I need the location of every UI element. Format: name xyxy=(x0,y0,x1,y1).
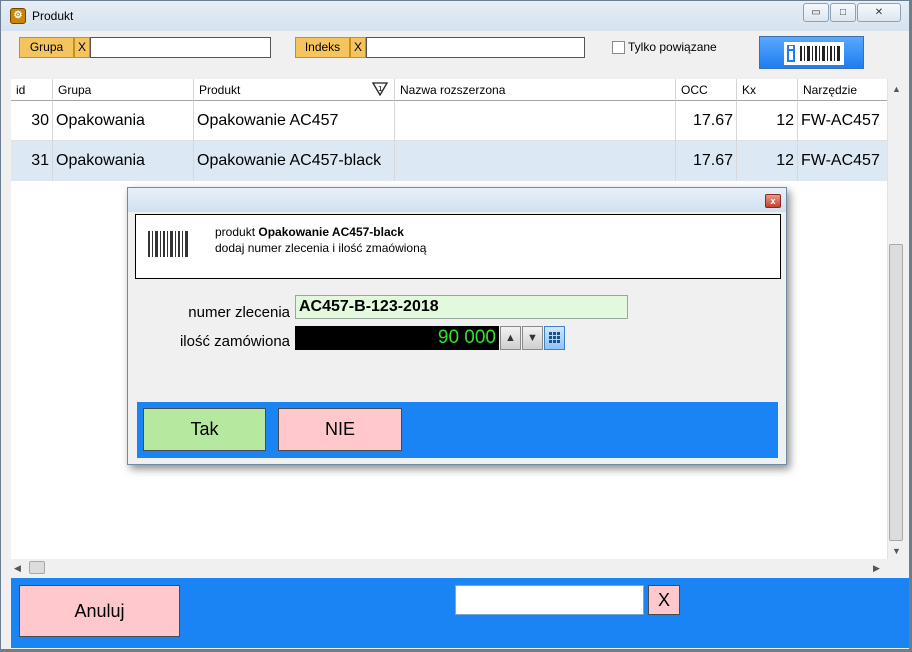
cell-occ: 17.67 xyxy=(676,141,737,181)
group-filter-input[interactable] xyxy=(90,37,271,58)
scroll-left-icon[interactable]: ◀ xyxy=(14,562,21,574)
barcode-icon xyxy=(784,42,844,65)
close-icon: ✕ xyxy=(874,7,884,18)
title-bar: ⚙ Produkt ▭ □ ✕ xyxy=(1,1,909,31)
dialog-footer: Tak NIE xyxy=(137,402,778,458)
dialog-title-bar: x xyxy=(128,188,786,212)
index-filter-clear-button[interactable]: X xyxy=(350,37,366,58)
quantity-input[interactable]: 90 000 xyxy=(295,326,499,350)
cell-tool: FW-AC457 xyxy=(801,112,880,129)
scroll-right-icon[interactable]: ▶ xyxy=(873,562,880,574)
cell-kx: 12 xyxy=(737,141,798,181)
column-header-product-label: Produkt xyxy=(199,83,241,97)
group-filter-clear-button[interactable]: X xyxy=(74,37,90,58)
close-button[interactable]: ✕ xyxy=(857,3,901,22)
index-filter-input[interactable] xyxy=(366,37,585,58)
bottom-bar: Anuluj X xyxy=(11,578,909,648)
keypad-button[interactable] xyxy=(544,326,565,350)
arrow-up-icon: ▲ xyxy=(505,332,516,344)
vertical-scrollbar[interactable]: ▲ ▼ xyxy=(887,79,904,559)
clear-search-button[interactable]: X xyxy=(648,585,680,615)
dialog-info-panel: produkt Opakowanie AC457-black dodaj num… xyxy=(135,214,781,279)
cell-id: 30 xyxy=(11,101,53,141)
dialog-info-text: produkt Opakowanie AC457-black dodaj num… xyxy=(215,224,426,256)
cell-tool: FW-AC457 xyxy=(801,152,880,169)
barcode-icon xyxy=(148,231,188,257)
column-header-extended-name[interactable]: Nazwa rozszerzona xyxy=(395,79,676,101)
linked-only-label: Tylko powiązane xyxy=(628,40,717,54)
order-number-label: numer zlecenia xyxy=(188,304,290,321)
cell-kx: 12 xyxy=(737,101,798,141)
keypad-icon xyxy=(549,332,560,343)
table-row-selected[interactable]: 31 Opakowania Opakowanie AC457-black 17.… xyxy=(11,141,887,181)
dialog-close-button[interactable]: x xyxy=(765,194,781,208)
close-icon: x xyxy=(770,196,776,206)
vertical-scroll-thumb[interactable] xyxy=(889,244,903,541)
cell-product: Opakowanie AC457 xyxy=(194,101,395,141)
scroll-up-icon[interactable]: ▲ xyxy=(892,83,901,95)
no-button[interactable]: NIE xyxy=(278,408,402,451)
quantity-increment-button[interactable]: ▲ xyxy=(500,326,521,350)
dialog-info-line2: dodaj numer zlecenia i ilość zmaówioną xyxy=(215,241,427,255)
group-filter-label: Grupa xyxy=(19,37,74,58)
dialog-info-product: Opakowanie AC457-black xyxy=(258,225,404,239)
barcode-button[interactable] xyxy=(759,36,864,69)
column-header-tool[interactable]: Narzędzie xyxy=(798,79,887,101)
horizontal-scrollbar[interactable]: ◀ ▶ xyxy=(11,559,887,576)
window-title: Produkt xyxy=(32,9,74,23)
quantity-decrement-button[interactable]: ▼ xyxy=(522,326,543,350)
cancel-button[interactable]: Anuluj xyxy=(19,585,180,637)
table-row[interactable]: 30 Opakowania Opakowanie AC457 17.67 12 … xyxy=(11,101,887,141)
column-header-product[interactable]: Produkt 1 xyxy=(194,79,395,101)
cell-group: Opakowania xyxy=(53,101,194,141)
svg-text:1: 1 xyxy=(378,85,382,93)
quantity-label: ilość zamówiona xyxy=(179,333,290,350)
dialog-info-prefix: produkt xyxy=(215,225,259,239)
index-filter-label: Indeks xyxy=(295,37,350,58)
scroll-down-icon[interactable]: ▼ xyxy=(892,545,901,557)
minimize-button[interactable]: ▭ xyxy=(803,3,829,22)
cell-id: 31 xyxy=(11,141,53,181)
maximize-button[interactable]: □ xyxy=(830,3,856,22)
column-header-id[interactable]: id xyxy=(11,79,53,101)
order-dialog: x produkt Opakowanie AC457-black dodaj n… xyxy=(127,187,787,465)
arrow-down-icon: ▼ xyxy=(527,332,538,344)
search-input[interactable] xyxy=(455,585,644,615)
app-icon: ⚙ xyxy=(10,8,26,24)
product-window: ⚙ Produkt ▭ □ ✕ Grupa X Indeks X Tylko p… xyxy=(0,0,910,650)
order-number-input[interactable]: AC457-B-123-2018 xyxy=(295,295,628,319)
yes-button[interactable]: Tak xyxy=(143,408,266,451)
minimize-icon: ▭ xyxy=(811,7,821,18)
cell-extended-name xyxy=(395,141,676,181)
column-header-group[interactable]: Grupa xyxy=(53,79,194,101)
column-header-kx[interactable]: Kx xyxy=(737,79,798,101)
cell-group: Opakowania xyxy=(53,141,194,181)
cell-occ: 17.67 xyxy=(676,101,737,141)
cell-extended-name xyxy=(395,101,676,141)
maximize-icon: □ xyxy=(839,7,847,18)
horizontal-scroll-thumb[interactable] xyxy=(29,561,45,574)
column-header-occ[interactable]: OCC xyxy=(676,79,737,101)
cell-product: Opakowanie AC457-black xyxy=(194,141,395,181)
linked-only-checkbox[interactable] xyxy=(612,41,625,54)
